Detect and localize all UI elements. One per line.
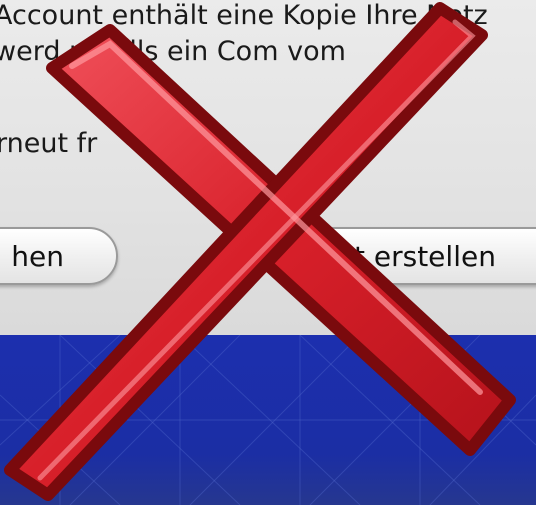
cross-icon [4, 2, 516, 501]
